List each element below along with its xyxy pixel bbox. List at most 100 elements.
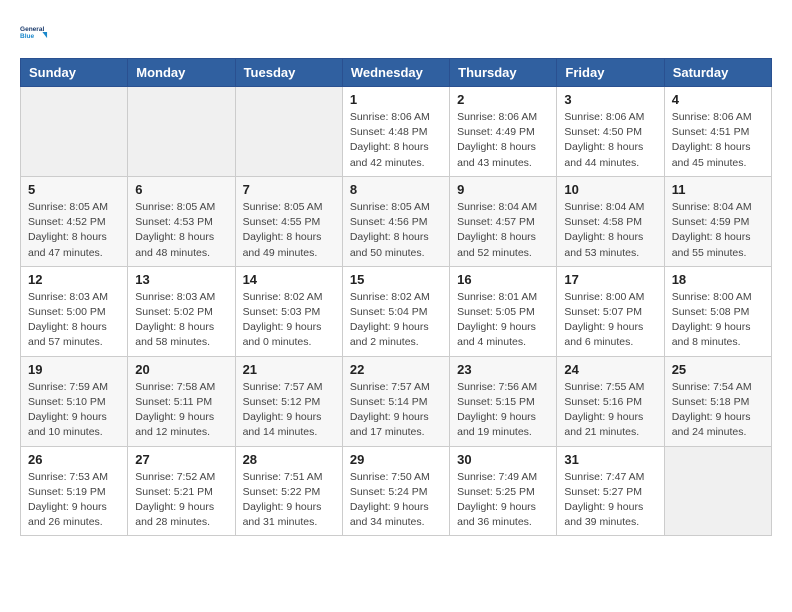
day-number: 25 — [672, 362, 764, 377]
calendar-cell — [21, 87, 128, 177]
weekday-header-sunday: Sunday — [21, 59, 128, 87]
day-info: Sunrise: 8:05 AM Sunset: 4:55 PM Dayligh… — [243, 200, 335, 261]
calendar-cell: 14 Sunrise: 8:02 AM Sunset: 5:03 PM Dayli… — [235, 266, 342, 356]
logo: GeneralBlue — [20, 18, 48, 46]
day-number: 22 — [350, 362, 442, 377]
day-info: Sunrise: 7:54 AM Sunset: 5:18 PM Dayligh… — [672, 380, 764, 441]
calendar-cell: 31 Sunrise: 7:47 AM Sunset: 5:27 PM Dayli… — [557, 446, 664, 536]
day-number: 21 — [243, 362, 335, 377]
week-row-4: 26 Sunrise: 7:53 AM Sunset: 5:19 PM Dayli… — [21, 446, 772, 536]
calendar-cell: 5 Sunrise: 8:05 AM Sunset: 4:52 PM Daylig… — [21, 176, 128, 266]
day-info: Sunrise: 8:06 AM Sunset: 4:51 PM Dayligh… — [672, 110, 764, 171]
calendar-cell: 30 Sunrise: 7:49 AM Sunset: 5:25 PM Dayli… — [450, 446, 557, 536]
day-info: Sunrise: 7:51 AM Sunset: 5:22 PM Dayligh… — [243, 470, 335, 531]
day-info: Sunrise: 8:04 AM Sunset: 4:58 PM Dayligh… — [564, 200, 656, 261]
calendar-cell — [235, 87, 342, 177]
day-number: 19 — [28, 362, 120, 377]
calendar-cell: 9 Sunrise: 8:04 AM Sunset: 4:57 PM Daylig… — [450, 176, 557, 266]
header: GeneralBlue — [20, 18, 772, 46]
weekday-header-friday: Friday — [557, 59, 664, 87]
day-number: 30 — [457, 452, 549, 467]
day-info: Sunrise: 7:49 AM Sunset: 5:25 PM Dayligh… — [457, 470, 549, 531]
calendar-cell: 4 Sunrise: 8:06 AM Sunset: 4:51 PM Daylig… — [664, 87, 771, 177]
day-info: Sunrise: 7:57 AM Sunset: 5:12 PM Dayligh… — [243, 380, 335, 441]
calendar-cell: 24 Sunrise: 7:55 AM Sunset: 5:16 PM Dayli… — [557, 356, 664, 446]
day-number: 26 — [28, 452, 120, 467]
day-number: 16 — [457, 272, 549, 287]
calendar-cell: 25 Sunrise: 7:54 AM Sunset: 5:18 PM Dayli… — [664, 356, 771, 446]
calendar-cell — [128, 87, 235, 177]
weekday-header-wednesday: Wednesday — [342, 59, 449, 87]
weekday-header-monday: Monday — [128, 59, 235, 87]
calendar-cell: 19 Sunrise: 7:59 AM Sunset: 5:10 PM Dayli… — [21, 356, 128, 446]
svg-text:General: General — [20, 26, 44, 33]
calendar-cell: 27Sunrise: 7:52 AM Sunset: 5:21 PM Dayli… — [128, 446, 235, 536]
calendar-cell: 23 Sunrise: 7:56 AM Sunset: 5:15 PM Dayli… — [450, 356, 557, 446]
week-row-3: 19 Sunrise: 7:59 AM Sunset: 5:10 PM Dayli… — [21, 356, 772, 446]
day-info: Sunrise: 7:59 AM Sunset: 5:10 PM Dayligh… — [28, 380, 120, 441]
day-number: 15 — [350, 272, 442, 287]
day-number: 1 — [350, 92, 442, 107]
day-info: Sunrise: 8:03 AM Sunset: 5:02 PM Dayligh… — [135, 290, 227, 351]
day-number: 6 — [135, 182, 227, 197]
calendar-cell: 6 Sunrise: 8:05 AM Sunset: 4:53 PM Daylig… — [128, 176, 235, 266]
calendar-table: SundayMondayTuesdayWednesdayThursdayFrid… — [20, 58, 772, 536]
day-info: Sunrise: 7:47 AM Sunset: 5:27 PM Dayligh… — [564, 470, 656, 531]
day-number: 14 — [243, 272, 335, 287]
day-info: Sunrise: 8:05 AM Sunset: 4:52 PM Dayligh… — [28, 200, 120, 261]
calendar-cell: 28Sunrise: 7:51 AM Sunset: 5:22 PM Dayli… — [235, 446, 342, 536]
day-info: Sunrise: 8:05 AM Sunset: 4:56 PM Dayligh… — [350, 200, 442, 261]
day-number: 20 — [135, 362, 227, 377]
calendar-cell: 10 Sunrise: 8:04 AM Sunset: 4:58 PM Dayli… — [557, 176, 664, 266]
calendar-cell: 1Sunrise: 8:06 AM Sunset: 4:48 PM Daylig… — [342, 87, 449, 177]
calendar-cell: 20 Sunrise: 7:58 AM Sunset: 5:11 PM Dayli… — [128, 356, 235, 446]
day-number: 10 — [564, 182, 656, 197]
day-info: Sunrise: 8:00 AM Sunset: 5:07 PM Dayligh… — [564, 290, 656, 351]
day-info: Sunrise: 7:56 AM Sunset: 5:15 PM Dayligh… — [457, 380, 549, 441]
day-number: 11 — [672, 182, 764, 197]
day-number: 5 — [28, 182, 120, 197]
day-number: 18 — [672, 272, 764, 287]
day-info: Sunrise: 8:05 AM Sunset: 4:53 PM Dayligh… — [135, 200, 227, 261]
calendar-cell: 11 Sunrise: 8:04 AM Sunset: 4:59 PM Dayli… — [664, 176, 771, 266]
calendar-cell: 8 Sunrise: 8:05 AM Sunset: 4:56 PM Daylig… — [342, 176, 449, 266]
day-number: 4 — [672, 92, 764, 107]
day-info: Sunrise: 7:53 AM Sunset: 5:19 PM Dayligh… — [28, 470, 120, 531]
day-info: Sunrise: 8:04 AM Sunset: 4:59 PM Dayligh… — [672, 200, 764, 261]
week-row-0: 1Sunrise: 8:06 AM Sunset: 4:48 PM Daylig… — [21, 87, 772, 177]
calendar-cell: 16 Sunrise: 8:01 AM Sunset: 5:05 PM Dayli… — [450, 266, 557, 356]
day-info: Sunrise: 7:55 AM Sunset: 5:16 PM Dayligh… — [564, 380, 656, 441]
day-number: 7 — [243, 182, 335, 197]
weekday-header-thursday: Thursday — [450, 59, 557, 87]
calendar-cell: 21 Sunrise: 7:57 AM Sunset: 5:12 PM Dayli… — [235, 356, 342, 446]
day-info: Sunrise: 8:03 AM Sunset: 5:00 PM Dayligh… — [28, 290, 120, 351]
logo-icon: GeneralBlue — [20, 18, 48, 46]
day-info: Sunrise: 8:01 AM Sunset: 5:05 PM Dayligh… — [457, 290, 549, 351]
day-number: 9 — [457, 182, 549, 197]
week-row-1: 5 Sunrise: 8:05 AM Sunset: 4:52 PM Daylig… — [21, 176, 772, 266]
day-number: 31 — [564, 452, 656, 467]
day-number: 24 — [564, 362, 656, 377]
weekday-header-saturday: Saturday — [664, 59, 771, 87]
day-info: Sunrise: 8:00 AM Sunset: 5:08 PM Dayligh… — [672, 290, 764, 351]
calendar-cell: 7 Sunrise: 8:05 AM Sunset: 4:55 PM Daylig… — [235, 176, 342, 266]
day-number: 3 — [564, 92, 656, 107]
svg-text:Blue: Blue — [20, 33, 34, 40]
calendar-cell — [664, 446, 771, 536]
day-number: 8 — [350, 182, 442, 197]
calendar-cell: 26 Sunrise: 7:53 AM Sunset: 5:19 PM Dayli… — [21, 446, 128, 536]
calendar-cell: 17Sunrise: 8:00 AM Sunset: 5:07 PM Dayli… — [557, 266, 664, 356]
day-info: Sunrise: 7:58 AM Sunset: 5:11 PM Dayligh… — [135, 380, 227, 441]
day-number: 29 — [350, 452, 442, 467]
day-info: Sunrise: 8:02 AM Sunset: 5:03 PM Dayligh… — [243, 290, 335, 351]
week-row-2: 12Sunrise: 8:03 AM Sunset: 5:00 PM Dayli… — [21, 266, 772, 356]
day-info: Sunrise: 7:57 AM Sunset: 5:14 PM Dayligh… — [350, 380, 442, 441]
page: GeneralBlue SundayMondayTuesdayWednesday… — [0, 0, 792, 554]
calendar-cell: 15Sunrise: 8:02 AM Sunset: 5:04 PM Dayli… — [342, 266, 449, 356]
weekday-header-tuesday: Tuesday — [235, 59, 342, 87]
day-info: Sunrise: 8:06 AM Sunset: 4:50 PM Dayligh… — [564, 110, 656, 171]
day-info: Sunrise: 8:04 AM Sunset: 4:57 PM Dayligh… — [457, 200, 549, 261]
day-number: 2 — [457, 92, 549, 107]
day-number: 23 — [457, 362, 549, 377]
day-info: Sunrise: 7:50 AM Sunset: 5:24 PM Dayligh… — [350, 470, 442, 531]
